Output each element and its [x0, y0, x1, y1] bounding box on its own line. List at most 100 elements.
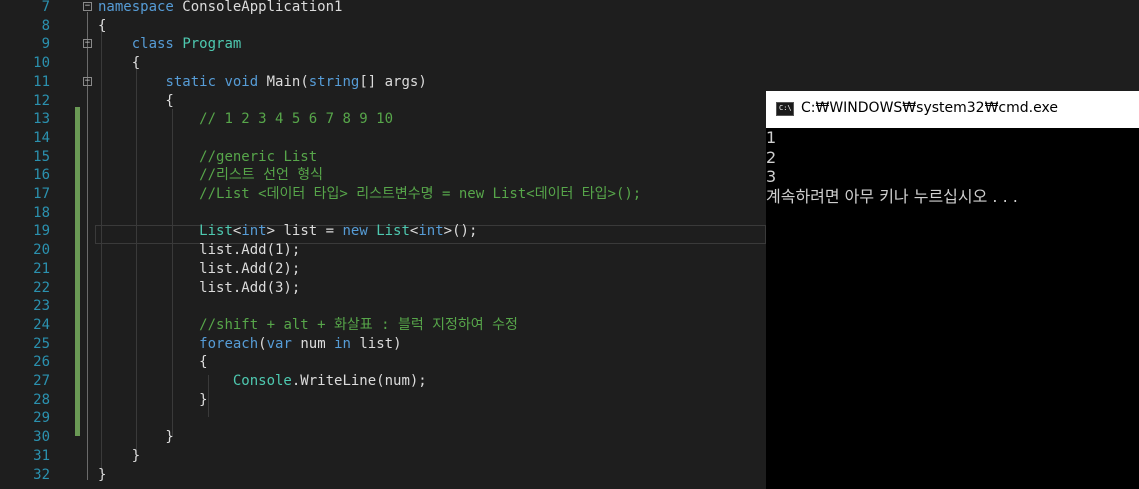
code-line[interactable]: 25 foreach(var num in list) — [0, 335, 766, 354]
cmd-output-line: 2 — [766, 148, 777, 167]
line-number: 15 — [33, 149, 50, 165]
code-token: List — [376, 223, 410, 239]
code-token: //generic List — [199, 149, 318, 165]
code-text: } — [98, 447, 140, 466]
line-number: 29 — [33, 410, 50, 426]
code-line[interactable]: 7 namespace ConsoleApplication1 — [0, 0, 766, 17]
line-number: 12 — [33, 93, 50, 109]
code-token: list.Add(2); — [98, 261, 301, 277]
code-text: { — [98, 17, 106, 36]
code-token: //List <데이터 타입> 리스트변수명 = new List<데이터 타입… — [199, 186, 642, 202]
code-line[interactable]: 31 } — [0, 447, 766, 466]
code-line[interactable]: 11 static void Main(string[] args) — [0, 73, 766, 92]
line-number: 31 — [33, 448, 50, 464]
code-line[interactable]: 28 } — [0, 391, 766, 410]
code-line[interactable]: 20 list.Add(1); — [0, 241, 766, 260]
code-line[interactable]: 13 // 1 2 3 4 5 6 7 8 9 10 — [0, 110, 766, 129]
line-number: 14 — [33, 130, 50, 146]
line-number: 30 — [33, 429, 50, 445]
code-text: foreach(var num in list) — [98, 335, 402, 354]
collapse-method-icon[interactable]: − — [83, 77, 92, 86]
line-number: 23 — [33, 298, 50, 314]
line-number: 18 — [33, 205, 50, 221]
cmd-output-line: 3 — [766, 167, 777, 186]
code-text: List<int> list = new List<int>(); — [98, 222, 477, 241]
code-token: list.Add(1); — [98, 242, 301, 258]
code-text: //리스트 선언 형식 — [98, 166, 323, 185]
code-token: [] args) — [359, 74, 427, 90]
code-line[interactable]: 24 //shift + alt + 화살표 : 블럭 지정하여 수정 — [0, 316, 766, 335]
code-token: list) — [350, 336, 402, 352]
code-line[interactable]: 9 class Program — [0, 35, 766, 54]
code-text: static void Main(string[] args) — [98, 73, 427, 92]
code-token: ( — [258, 336, 267, 352]
code-line[interactable]: 26 { — [0, 353, 766, 372]
code-line[interactable]: 15 //generic List — [0, 148, 766, 167]
code-line[interactable]: 21 list.Add(2); — [0, 260, 766, 279]
code-token: } — [98, 392, 208, 408]
collapse-namespace-icon[interactable]: − — [83, 2, 92, 11]
code-token: class — [131, 36, 174, 52]
code-token: string — [308, 74, 360, 90]
code-line[interactable]: 8{ — [0, 17, 766, 36]
code-token: >(); — [443, 223, 478, 239]
code-token: { — [98, 93, 174, 109]
cmd-window[interactable]: C:\ C:₩WINDOWS₩system32₩cmd.exe 1 2 3 계속… — [766, 91, 1139, 489]
code-line[interactable]: 18 — [0, 204, 766, 223]
code-line[interactable]: 27 Console.WriteLine(num); — [0, 372, 766, 391]
cmd-output-line: 계속하려면 아무 키나 누르십시오 . . . — [766, 187, 1018, 206]
cmd-app-icon: C:\ — [776, 102, 794, 116]
code-token: { — [98, 18, 107, 34]
line-number: 26 — [33, 354, 50, 370]
code-token: } — [98, 467, 107, 483]
code-token: List — [199, 223, 233, 239]
code-line[interactable]: 12 { — [0, 92, 766, 111]
code-token: int — [241, 223, 267, 239]
code-line[interactable]: 16 //리스트 선언 형식 — [0, 166, 766, 185]
code-token: } — [98, 429, 174, 445]
line-number: 10 — [33, 55, 50, 71]
code-text: //generic List — [98, 148, 317, 167]
code-token: //shift + alt + 화살표 : 블럭 지정하여 수정 — [199, 317, 518, 333]
code-line[interactable]: 32} — [0, 466, 766, 485]
code-token: namespace — [98, 0, 174, 15]
code-text: { — [98, 92, 174, 111]
code-text: list.Add(3); — [98, 279, 300, 298]
code-text: //shift + alt + 화살표 : 블럭 지정하여 수정 — [98, 316, 518, 335]
code-token: > list = — [266, 223, 343, 239]
code-line[interactable]: 14 — [0, 129, 766, 148]
code-text: Console.WriteLine(num); — [98, 372, 427, 391]
code-token: static — [165, 74, 217, 90]
code-text: // 1 2 3 4 5 6 7 8 9 10 — [98, 110, 393, 129]
code-token: //리스트 선언 형식 — [199, 167, 324, 183]
code-line[interactable]: 23 — [0, 297, 766, 316]
minus-icon: − — [84, 1, 91, 11]
line-number: 32 — [33, 467, 50, 483]
code-token: .WriteLine(num); — [291, 373, 427, 389]
code-line[interactable]: 10 { — [0, 54, 766, 73]
code-line[interactable]: 19 List<int> list = new List<int>(); — [0, 222, 766, 241]
code-token: ConsoleApplication1 — [173, 0, 343, 15]
cmd-title-bar[interactable]: C:\ C:₩WINDOWS₩system32₩cmd.exe — [766, 91, 1139, 128]
cmd-output-line: 1 — [766, 128, 777, 147]
code-text: list.Add(2); — [98, 260, 300, 279]
code-line[interactable]: 17 //List <데이터 타입> 리스트변수명 = new List<데이터… — [0, 185, 766, 204]
code-token: } — [98, 448, 141, 464]
code-line[interactable]: 22 list.Add(3); — [0, 279, 766, 298]
collapse-class-icon[interactable]: − — [83, 39, 92, 48]
code-line[interactable]: 29 — [0, 409, 766, 428]
code-token: { — [98, 354, 208, 370]
line-number: 19 — [33, 223, 50, 239]
code-text: } — [98, 466, 106, 485]
code-line[interactable]: 30 } — [0, 428, 766, 447]
code-text: namespace ConsoleApplication1 — [98, 0, 342, 17]
code-token: num — [291, 336, 335, 352]
code-token: var — [266, 336, 292, 352]
